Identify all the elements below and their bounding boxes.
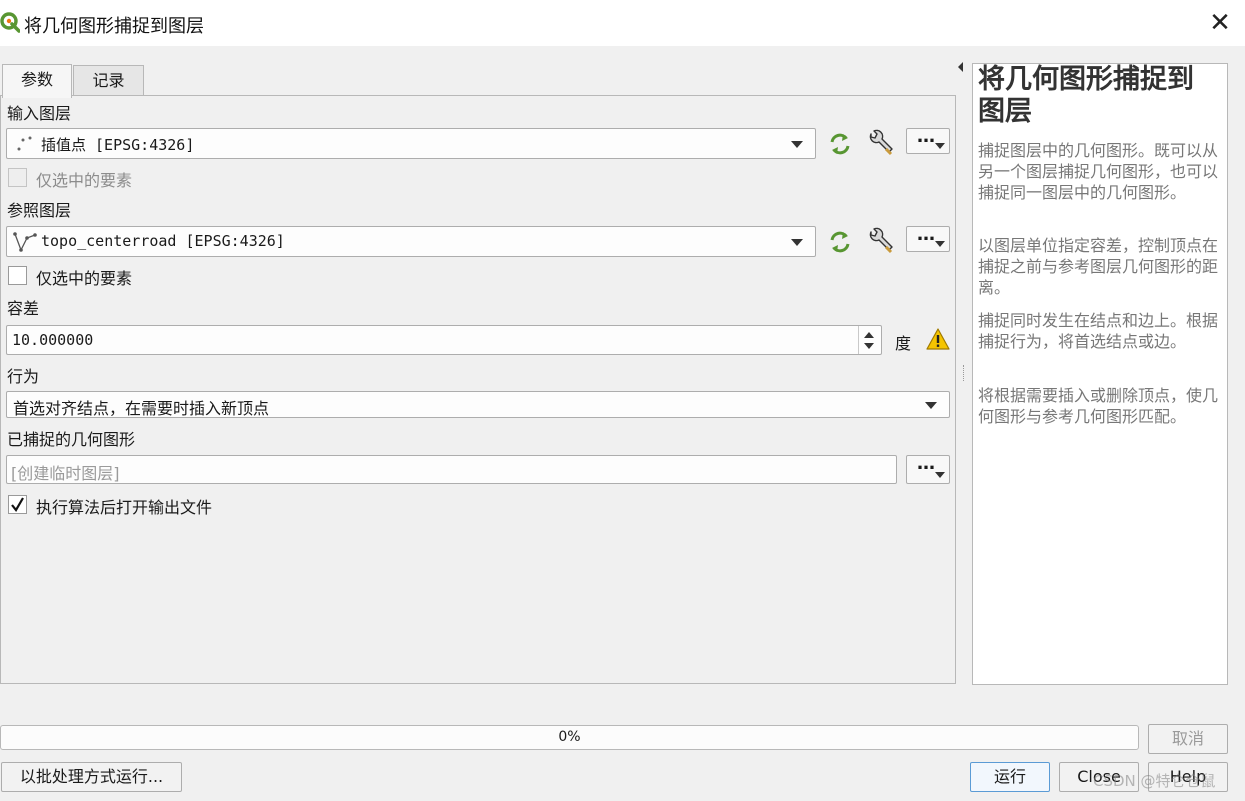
close-button[interactable]: Close [1059, 762, 1139, 792]
progress-text: 0% [558, 729, 581, 745]
chevron-down-icon [791, 239, 803, 246]
tolerance-label: 容差 [7, 299, 40, 318]
tolerance-spinbox[interactable]: 10.000000 [6, 325, 882, 355]
window-title: 将几何图形捕捉到图层 [24, 16, 204, 37]
chevron-down-icon [925, 402, 937, 409]
spin-up-icon[interactable] [864, 332, 874, 338]
checkmark-icon [11, 497, 24, 512]
input-selected-only-label: 仅选中的要素 [36, 171, 133, 190]
tolerance-value: 10.000000 [12, 331, 94, 349]
wrench-icon[interactable] [866, 227, 894, 255]
output-label: 已捕捉的几何图形 [7, 430, 136, 449]
tab-parameters[interactable]: 参数 [2, 64, 72, 98]
spin-down-icon[interactable] [864, 343, 874, 349]
close-window-button[interactable]: ✕ [1205, 8, 1235, 38]
help-paragraph: 将根据需要插入或删除顶点，使几何图形与参考几何图形匹配。 [978, 386, 1219, 426]
point-layer-icon [17, 136, 32, 151]
progress-bar: 0% [0, 725, 1139, 750]
help-paragraph: 以图层单位指定容差，控制顶点在捕捉之前与参考图层几何图形的距离。 [978, 236, 1219, 297]
run-button[interactable]: 运行 [970, 762, 1050, 792]
chevron-down-icon [935, 472, 945, 478]
behavior-value: 首选对齐结点，在需要时插入新顶点 [13, 399, 270, 418]
warning-icon [926, 328, 950, 350]
line-layer-icon [13, 232, 37, 252]
reference-selected-only-label: 仅选中的要素 [36, 269, 133, 288]
cancel-button[interactable]: 取消 [1148, 724, 1228, 754]
splitter-handle[interactable] [963, 365, 966, 381]
wrench-icon[interactable] [866, 129, 894, 157]
tolerance-unit: 度 [895, 334, 912, 353]
input-layer-combo[interactable]: 插值点 [EPSG:4326] [6, 128, 816, 159]
help-button[interactable]: Help [1148, 762, 1228, 792]
collapse-panel-arrow-icon[interactable] [958, 62, 963, 72]
input-layer-value: 插值点 [EPSG:4326] [41, 136, 195, 154]
run-as-batch-button[interactable]: 以批处理方式运行... [1, 762, 182, 792]
input-selected-only-checkbox[interactable] [8, 168, 27, 187]
output-placeholder: [创建临时图层] [11, 464, 120, 483]
tab-log[interactable]: 记录 [73, 65, 144, 96]
open-output-label: 执行算法后打开输出文件 [36, 498, 213, 517]
reference-layer-value: topo_centerroad [EPSG:4326] [41, 232, 285, 250]
chevron-down-icon [935, 241, 945, 247]
chevron-down-icon [935, 143, 945, 149]
output-field[interactable]: [创建临时图层] [6, 455, 897, 484]
help-panel: 将几何图形捕捉到图层 捕捉图层中的几何图形。既可以从另一个图层捕捉几何图形，也可… [972, 63, 1228, 685]
help-title: 将几何图形捕捉到图层 [978, 64, 1194, 127]
behavior-label: 行为 [7, 367, 40, 386]
iterate-refresh-icon[interactable] [826, 228, 854, 256]
help-paragraph: 捕捉同时发生在结点和边上。根据捕捉行为，将首选结点或边。 [978, 311, 1219, 351]
reference-layer-label: 参照图层 [7, 201, 72, 220]
output-options-button[interactable]: … [906, 453, 950, 484]
reference-layer-combo[interactable]: topo_centerroad [EPSG:4326] [6, 226, 816, 257]
reference-layer-options-button[interactable]: … [906, 224, 950, 252]
help-paragraph: 捕捉图层中的几何图形。既可以从另一个图层捕捉几何图形，也可以捕捉同一图层中的几何… [978, 141, 1219, 202]
qgis-logo-icon [0, 12, 20, 33]
behavior-select[interactable]: 首选对齐结点，在需要时插入新顶点 [6, 391, 950, 418]
iterate-refresh-icon[interactable] [826, 130, 854, 158]
input-layer-options-button[interactable]: … [906, 126, 950, 154]
parameters-panel [0, 95, 956, 684]
chevron-down-icon [791, 141, 803, 148]
spin-buttons[interactable] [858, 326, 881, 354]
title-bar: 将几何图形捕捉到图层 ✕ [0, 0, 1245, 46]
input-layer-label: 输入图层 [7, 104, 72, 123]
open-output-checkbox[interactable] [8, 495, 27, 514]
reference-selected-only-checkbox[interactable] [8, 266, 27, 285]
